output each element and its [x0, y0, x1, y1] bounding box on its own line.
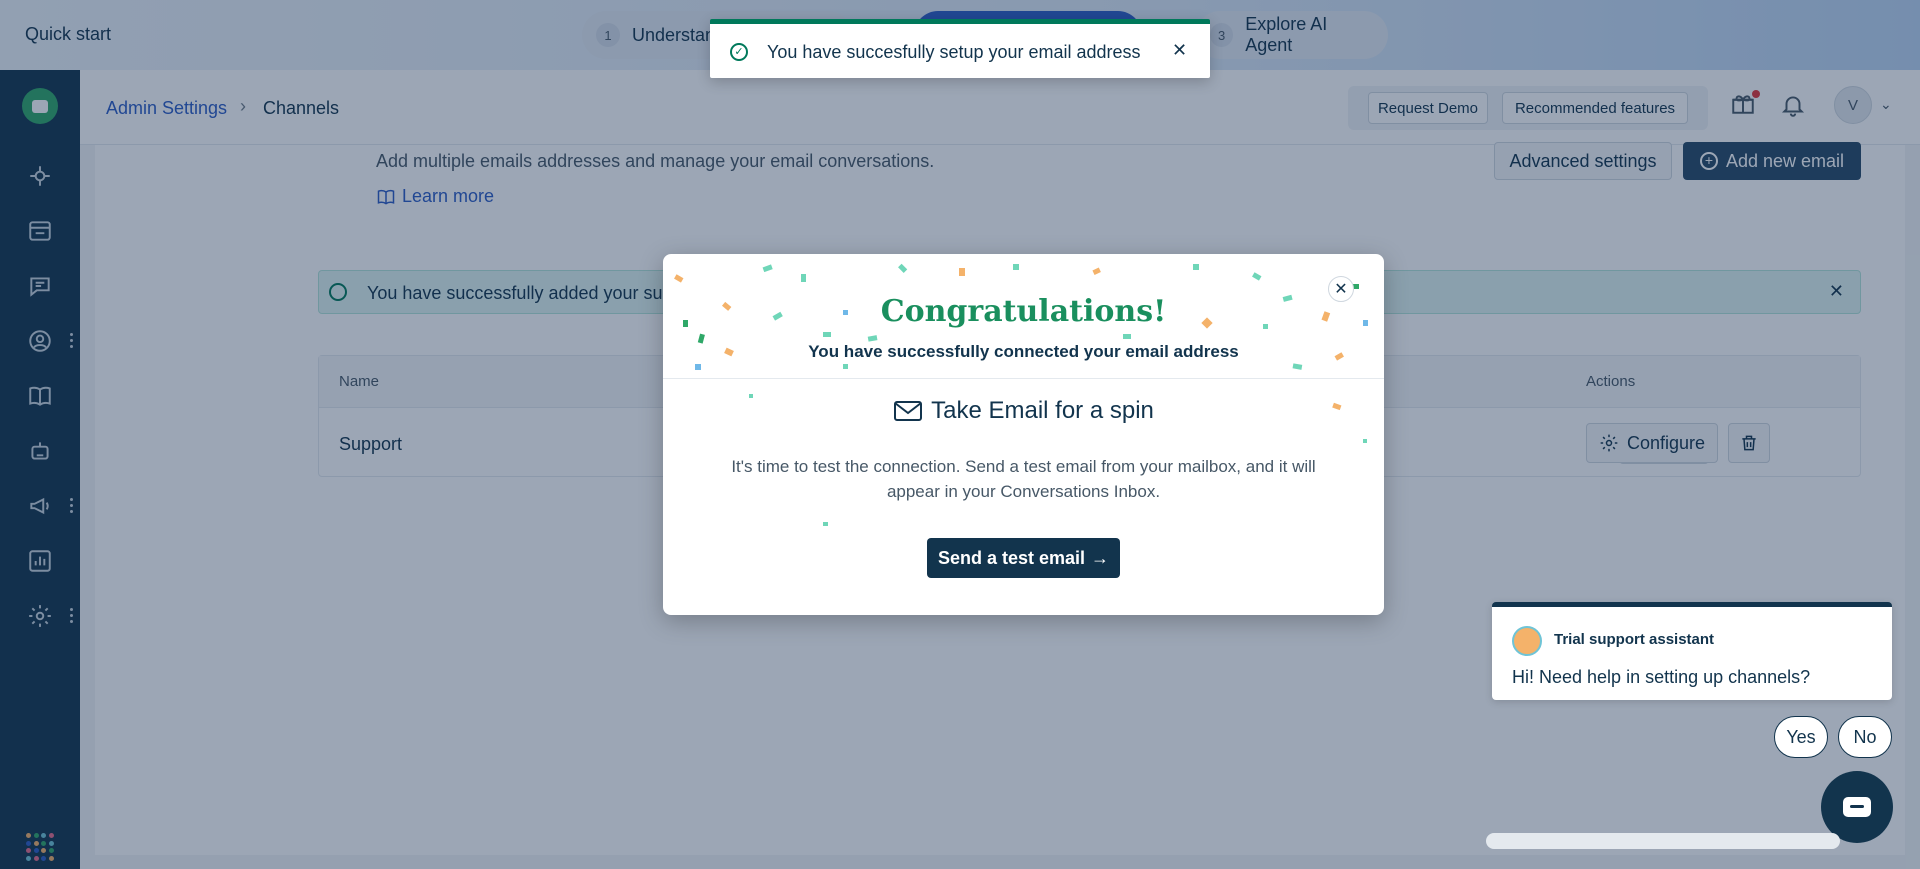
success-toast: ✓ You have succesfully setup your email … [710, 19, 1210, 78]
chat-message-card: Trial support assistant Hi! Need help in… [1492, 602, 1892, 700]
send-test-email-button[interactable]: Send a test email → [927, 538, 1120, 578]
chat-yes-button[interactable]: Yes [1774, 716, 1828, 758]
congrats-title: Congratulations! [880, 294, 1167, 329]
envelope-icon [894, 401, 923, 421]
assistant-name: Trial support assistant [1554, 631, 1715, 648]
assistant-message: Hi! Need help in setting up channels? [1512, 667, 1811, 687]
arrow-right-icon: → [1091, 547, 1110, 568]
modal-body-text: It's time to test the connection. Send a… [731, 457, 1316, 501]
check-circle-icon: ✓ [730, 43, 748, 61]
chat-bubble-icon [1843, 797, 1871, 817]
spin-heading-text: Take Email for a spin [931, 397, 1154, 424]
assistant-avatar [1512, 626, 1542, 656]
congratulations-modal: ✕ Congratulations! You have successfully… [663, 254, 1384, 615]
horizontal-scrollbar[interactable] [1486, 833, 1840, 849]
send-test-email-label: Send a test email [937, 547, 1086, 568]
close-icon[interactable]: ✕ [1172, 40, 1187, 61]
spin-heading: Take Email for a spin [663, 397, 1384, 425]
divider [663, 378, 1384, 379]
chat-no-button[interactable]: No [1838, 716, 1892, 758]
toast-text: You have succesfully setup your email ad… [767, 42, 1141, 62]
congrats-subtitle: You have successfully connected your ema… [808, 342, 1239, 361]
